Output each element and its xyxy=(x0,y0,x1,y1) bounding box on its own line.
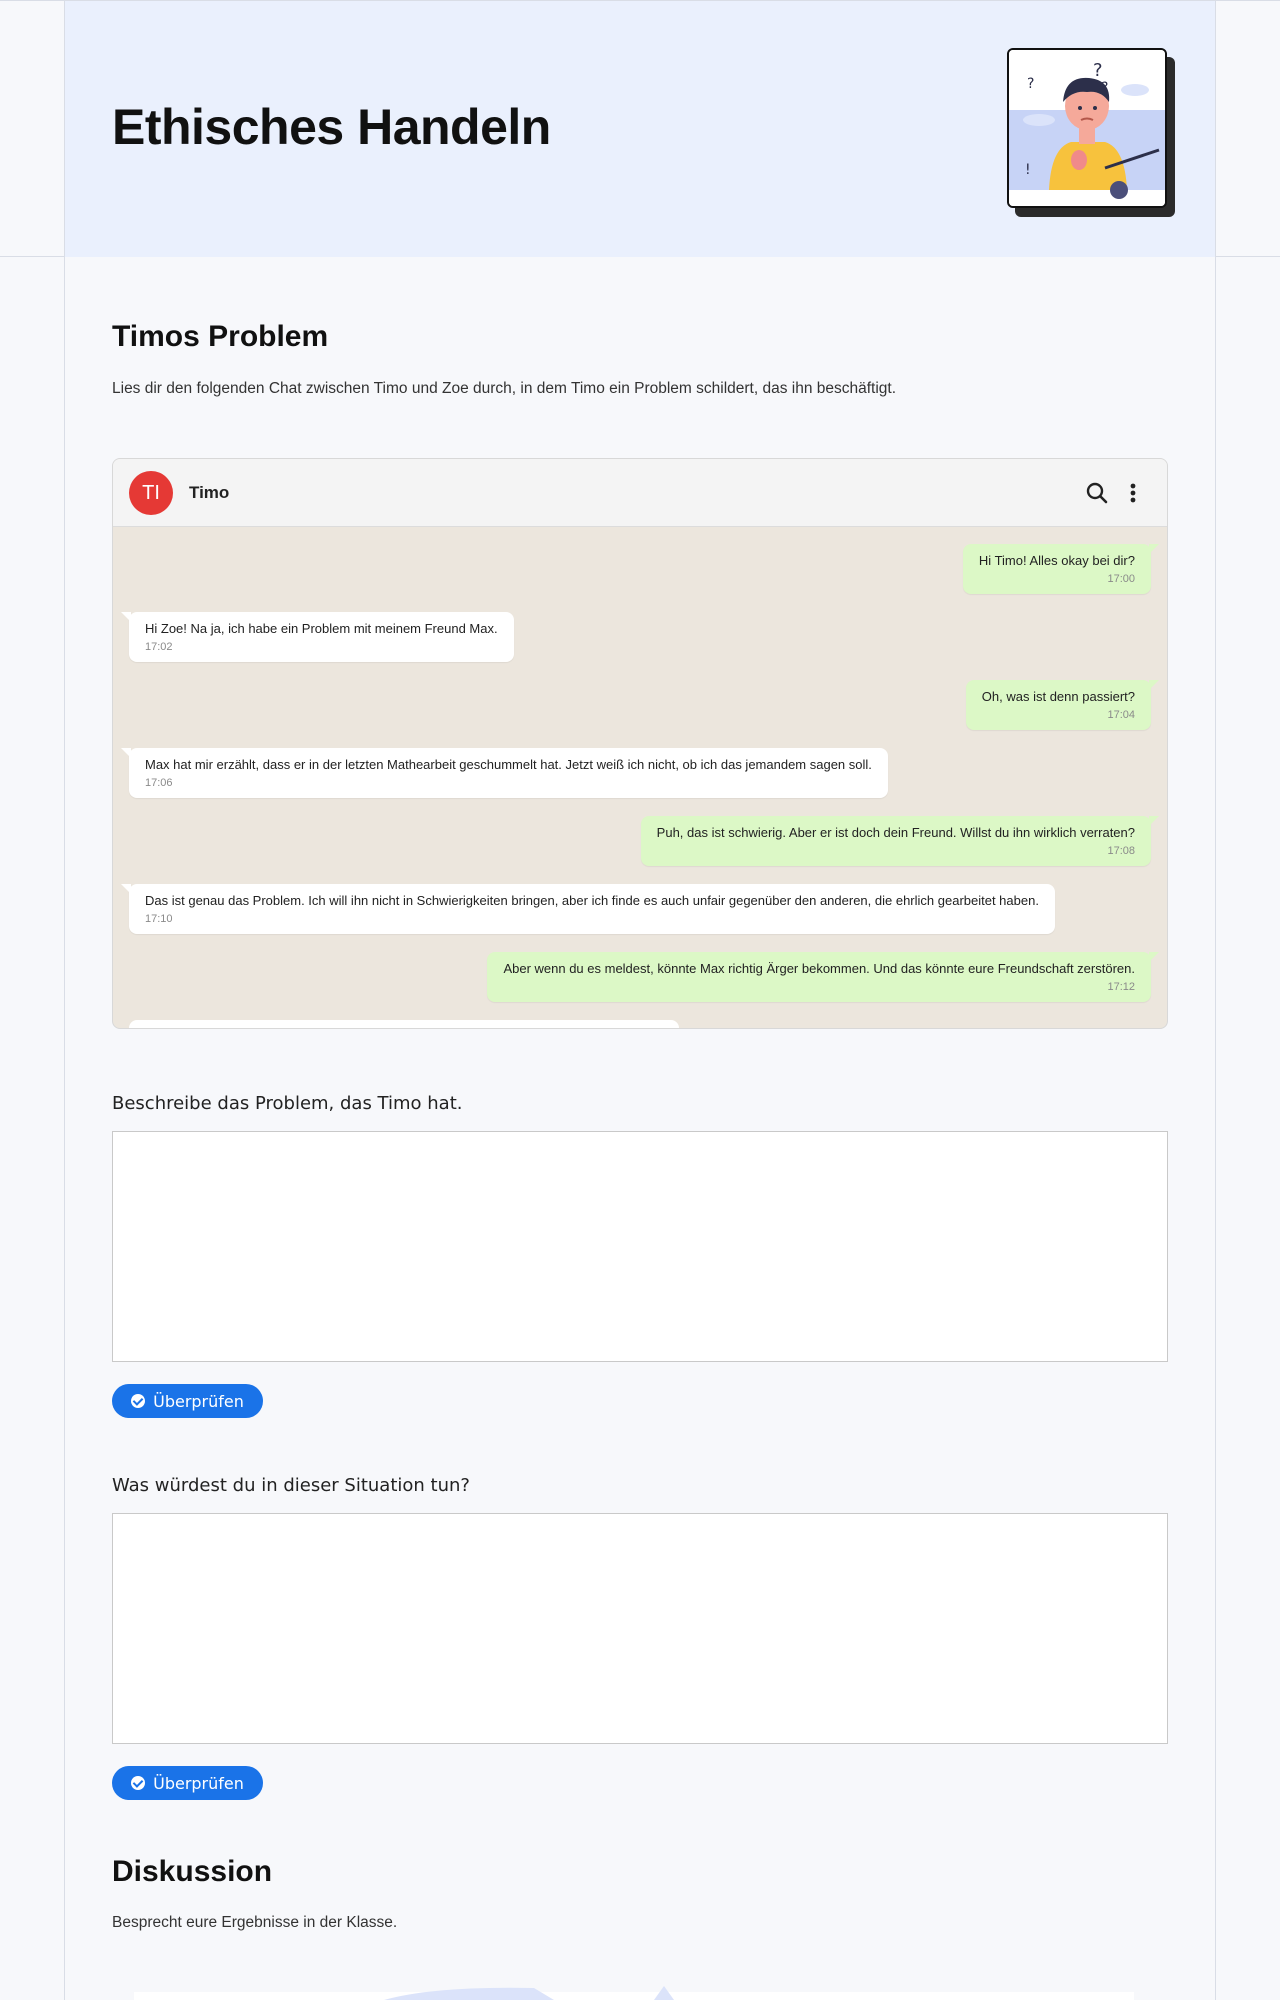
chat-message: Hi Zoe! Na ja, ich habe ein Problem mit … xyxy=(121,612,514,662)
question-1-label: Beschreibe das Problem, das Timo hat. xyxy=(112,1093,463,1114)
message-time: 17:04 xyxy=(1107,709,1135,721)
message-text: Hi Timo! Alles okay bei dir? xyxy=(978,553,1135,568)
right-guide-line xyxy=(1215,0,1216,2000)
section-intro-text: Lies dir den folgenden Chat zwischen Tim… xyxy=(112,380,897,397)
message-time: 17:10 xyxy=(145,913,173,925)
avatar: TI xyxy=(129,471,173,515)
left-guide-line xyxy=(64,0,65,2000)
check-button-1[interactable]: Überprüfen xyxy=(112,1384,263,1418)
check-circle-icon xyxy=(131,1394,146,1408)
message-time: 17:08 xyxy=(1107,845,1135,857)
svg-text:?: ? xyxy=(1027,76,1034,92)
chat-message: Das ist genau das Problem. Ich will ihn … xyxy=(121,884,1055,934)
problem-answer-field[interactable] xyxy=(112,1131,1168,1362)
svg-text:?: ? xyxy=(1101,80,1108,96)
check-button-2[interactable]: Überprüfen xyxy=(112,1766,263,1800)
message-time: 17:12 xyxy=(1107,981,1135,993)
situation-answer-field[interactable] xyxy=(112,1513,1168,1744)
svg-text:?: ? xyxy=(1093,60,1103,81)
chat-message-partial xyxy=(129,1020,679,1028)
chat-message: Puh, das ist schwierig. Aber er ist doch… xyxy=(640,816,1160,866)
confused-person-illustration-icon: ? ? ? ! xyxy=(1007,48,1167,208)
message-time: 17:00 xyxy=(1107,573,1135,585)
more-options-icon[interactable] xyxy=(1119,479,1147,507)
message-text: Max hat mir erzählt, dass er in der letz… xyxy=(145,757,872,772)
chat-message: Hi Timo! Alles okay bei dir? 17:00 xyxy=(962,544,1160,594)
check-button-label: Überprüfen xyxy=(153,1391,244,1411)
section-heading-problem: Timos Problem xyxy=(112,320,329,353)
page-title: Ethisches Handeln xyxy=(112,99,551,155)
check-circle-icon xyxy=(131,1776,146,1790)
chat-message: Max hat mir erzählt, dass er in der letz… xyxy=(121,748,888,798)
message-time: 17:06 xyxy=(145,777,173,789)
message-text: Oh, was ist denn passiert? xyxy=(981,689,1135,704)
discussion-illustration xyxy=(134,1986,1134,2000)
chat-window: TI Timo Hi Timo! Alles okay bei dir? 17:… xyxy=(112,458,1168,1029)
question-2-label: Was würdest du in dieser Situation tun? xyxy=(112,1475,470,1496)
chat-header: TI Timo xyxy=(113,459,1167,527)
svg-text:!: ! xyxy=(1025,162,1031,178)
message-text: Puh, das ist schwierig. Aber er ist doch… xyxy=(656,825,1135,840)
search-icon[interactable] xyxy=(1083,479,1111,507)
discussion-text: Besprecht eure Ergebnisse in der Klasse. xyxy=(112,1914,398,1931)
chat-message-list[interactable]: Hi Timo! Alles okay bei dir? 17:00 Hi Zo… xyxy=(113,528,1167,1028)
check-button-label: Überprüfen xyxy=(153,1773,244,1793)
chat-message: Oh, was ist denn passiert? 17:04 xyxy=(965,680,1160,730)
section-heading-discussion: Diskussion xyxy=(112,1855,273,1888)
message-text: Das ist genau das Problem. Ich will ihn … xyxy=(145,893,1039,908)
message-text: Aber wenn du es meldest, könnte Max rich… xyxy=(503,961,1135,976)
message-text: Hi Zoe! Na ja, ich habe ein Problem mit … xyxy=(145,621,498,636)
header-illustration: ? ? ? ! xyxy=(1007,48,1175,218)
chat-message: Aber wenn du es meldest, könnte Max rich… xyxy=(487,952,1159,1002)
chat-contact-name: Timo xyxy=(189,483,230,502)
message-time: 17:02 xyxy=(145,641,173,653)
